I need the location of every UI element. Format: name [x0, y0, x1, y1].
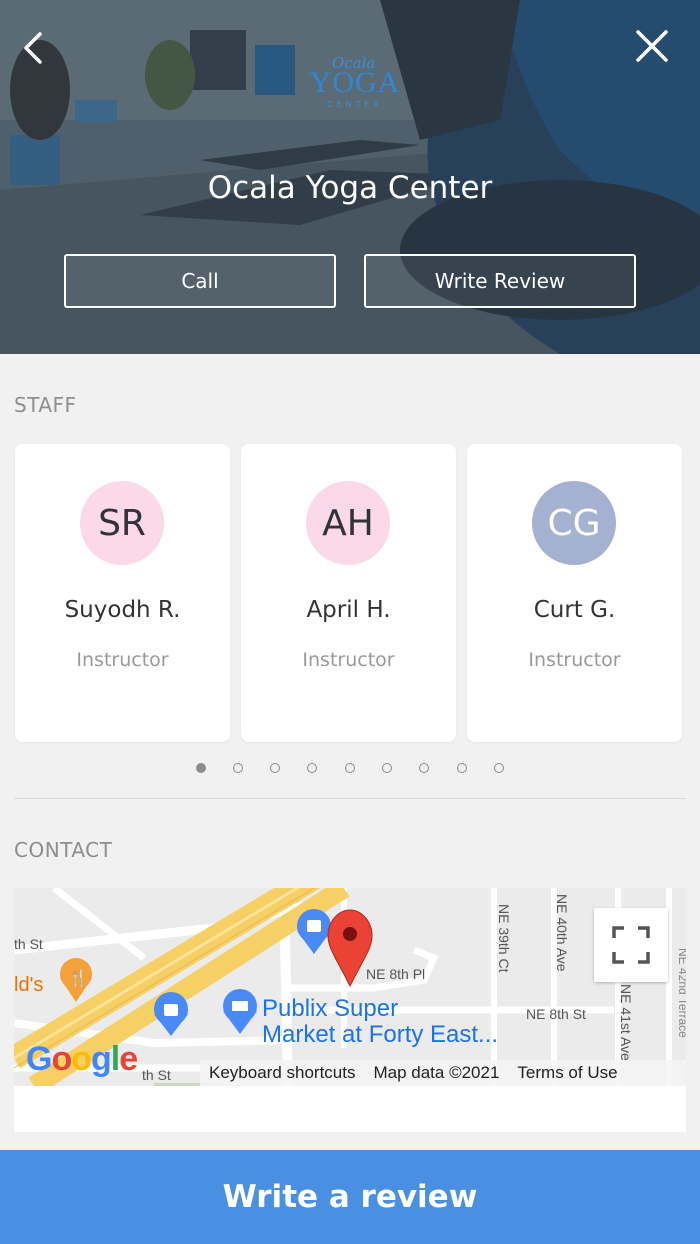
map-fullscreen-button[interactable] [594, 908, 668, 982]
hero-banner: Ocala YOGA CENTER Ocala Yoga Center Call… [0, 0, 700, 354]
svg-text:🍴: 🍴 [68, 968, 88, 987]
staff-role: Instructor [76, 649, 169, 671]
map-label-publix[interactable]: Publix Super Market at Forty East... [262, 996, 498, 1048]
map-label-street: NE 41st Ave [618, 984, 634, 1061]
fullscreen-icon [612, 926, 650, 964]
map-label-street: th St [14, 936, 43, 952]
contact-card-body [14, 1086, 686, 1132]
studio-logo: Ocala YOGA CENTER [300, 54, 410, 110]
staff-role: Instructor [528, 649, 621, 671]
map-label-street: NE 8th Pl [366, 966, 426, 982]
map-label-street: NE 8th St [526, 1006, 586, 1022]
page-title: Ocala Yoga Center [207, 170, 493, 206]
staff-card[interactable]: AH April H. Instructor [241, 444, 456, 742]
close-icon [636, 30, 668, 62]
terms-of-use-link[interactable]: Terms of Use [508, 1063, 626, 1083]
logo-main-text: YOGA [309, 66, 401, 99]
carousel-dot[interactable] [233, 763, 243, 773]
write-review-button[interactable]: Write Review [364, 254, 636, 308]
close-button[interactable] [634, 28, 670, 64]
carousel-dot[interactable] [382, 763, 392, 773]
carousel-pagination [0, 763, 700, 775]
avatar: SR [80, 481, 164, 565]
map-label-street: NE 40th Ave [554, 894, 570, 972]
carousel-dot-active[interactable] [196, 763, 206, 773]
staff-name: Curt G. [533, 597, 616, 623]
call-button[interactable]: Call [64, 254, 336, 308]
map-data-attribution: Map data ©2021 [373, 1063, 500, 1082]
google-logo: Google [26, 1040, 138, 1078]
section-divider [14, 798, 686, 799]
carousel-dot[interactable] [494, 763, 504, 773]
logo-sub-text: CENTER [326, 100, 384, 109]
avatar: CG [532, 481, 616, 565]
staff-role: Instructor [302, 649, 395, 671]
staff-section-label: STAFF [14, 393, 77, 417]
carousel-dot[interactable] [307, 763, 317, 773]
carousel-dot[interactable] [457, 763, 467, 773]
carousel-dot[interactable] [270, 763, 280, 773]
map-label-poi: ld's [14, 974, 44, 996]
write-a-review-button[interactable]: Write a review [0, 1150, 700, 1244]
keyboard-shortcuts-link[interactable]: Keyboard shortcuts [200, 1063, 364, 1083]
location-map[interactable]: 🍴 th St NE 8th Pl NE 8th St NE 39th Ct N… [14, 888, 686, 1086]
staff-name: April H. [306, 597, 391, 623]
staff-card[interactable]: CG Curt G. Instructor [467, 444, 682, 742]
carousel-dot[interactable] [345, 763, 355, 773]
chevron-left-icon [24, 32, 42, 64]
staff-card[interactable]: SR Suyodh R. Instructor [15, 444, 230, 742]
map-label-street: th St [142, 1067, 171, 1083]
contact-section-label: CONTACT [14, 838, 113, 862]
back-button[interactable] [18, 28, 52, 68]
map-label-street: NE 42nd Terrace [676, 948, 686, 1038]
staff-name: Suyodh R. [64, 597, 181, 623]
map-footer-bar: Keyboard shortcuts Map data ©2021 Terms … [200, 1060, 686, 1086]
carousel-dot[interactable] [419, 763, 429, 773]
map-label-street: NE 39th Ct [496, 904, 512, 973]
avatar: AH [306, 481, 390, 565]
